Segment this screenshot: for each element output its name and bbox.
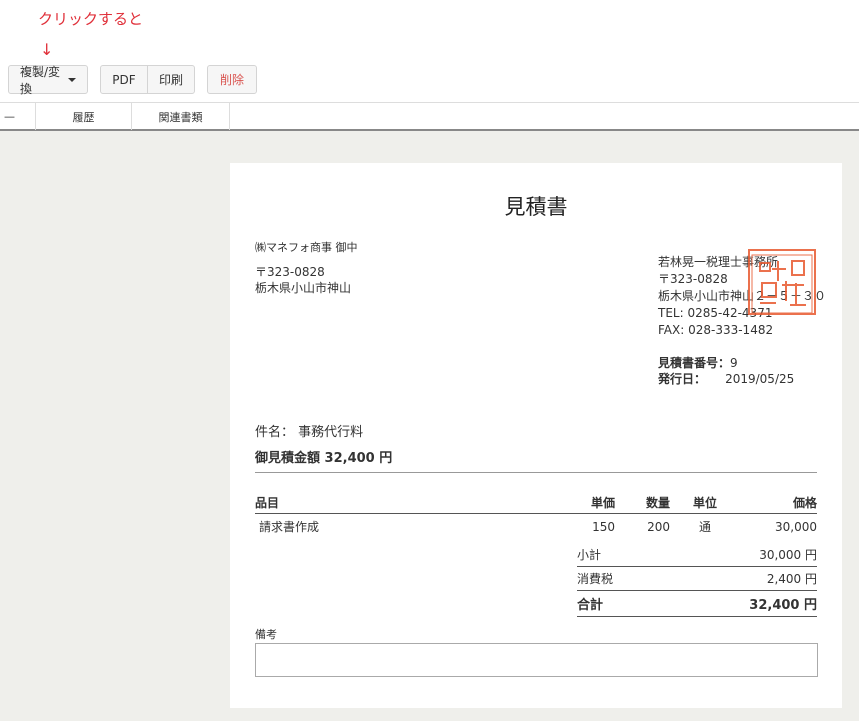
row-unit: 通: [698, 520, 711, 534]
issuer-fax: FAX: 028-333-1482: [658, 323, 774, 337]
issue-date-label: 発行日：: [658, 372, 707, 386]
items-header-row: 品目 単価 数量 単位 価格: [255, 492, 817, 514]
grand-total-row: 合計 32,400 円: [577, 591, 817, 617]
grand-total-label: 合計: [577, 598, 604, 613]
remarks-label: 備考: [255, 628, 277, 641]
tab-bar: — 履歴 関連書類: [0, 102, 859, 131]
tab-history[interactable]: 履歴: [36, 103, 132, 130]
total-value: 32,400 円: [324, 451, 393, 466]
subtotal-label: 小計: [577, 548, 602, 562]
duplicate-convert-button[interactable]: 複製/変換: [8, 64, 88, 96]
row-unit-price: 150: [592, 519, 615, 534]
col-item: 品目: [255, 492, 545, 514]
row-price: 30,000: [775, 519, 817, 534]
grand-total-value: 32,400 円: [749, 598, 817, 613]
annotation-text: クリックすると: [38, 10, 144, 28]
tab-related-documents[interactable]: 関連書類: [132, 103, 230, 130]
tax-label: 消費税: [577, 572, 614, 586]
delete-button[interactable]: 削除: [207, 65, 257, 94]
annotation-arrow: ↓: [40, 40, 54, 59]
col-price: 価格: [740, 492, 817, 514]
company-seal-stamp: [748, 249, 816, 315]
quote-document: 見積書 ㈱マネフォ商事 御中 〒323-0828 栃木県小山市神山 若林晃一税理…: [230, 163, 842, 708]
total-label: 御見積金額: [255, 451, 321, 466]
client-name: ㈱マネフォ商事 御中: [255, 241, 358, 254]
tab-main[interactable]: —: [0, 103, 36, 130]
subject-value: 事務代行料: [298, 425, 364, 440]
pdf-button[interactable]: PDF: [100, 65, 148, 94]
quote-number-label: 見積書番号：: [658, 356, 731, 370]
tax-row: 消費税 2,400 円: [577, 567, 817, 591]
print-button[interactable]: 印刷: [147, 65, 195, 94]
quote-meta: 見積書番号：9 発行日： 2019/05/25: [658, 355, 794, 387]
subtotal-row: 小計 30,000 円: [577, 543, 817, 567]
row-item: 請求書作成: [259, 520, 320, 534]
issue-date: 2019/05/25: [725, 372, 795, 386]
quote-number: 9: [730, 356, 738, 370]
summary-block: 小計 30,000 円 消費税 2,400 円 合計 32,400 円: [577, 543, 817, 617]
items-table: 品目 単価 数量 単位 価格 請求書作成 150 200 通 30,000: [255, 492, 817, 539]
duplicate-convert-label: 複製/変換: [20, 64, 61, 96]
seal-icon: [751, 254, 813, 314]
client-address: 栃木県小山市神山: [255, 281, 352, 295]
tax-value: 2,400 円: [766, 572, 817, 586]
row-qty: 200: [647, 519, 670, 534]
subtotal-value: 30,000 円: [759, 548, 817, 562]
client-zip: 〒323-0828: [255, 265, 325, 279]
quote-total: 御見積金額 32,400 円: [255, 447, 817, 473]
document-title: 見積書: [504, 195, 568, 219]
remarks-box: [255, 643, 818, 677]
toolbar: 複製/変換 PDF 印刷 削除: [8, 64, 257, 96]
subject-line: 件名： 事務代行料: [255, 421, 363, 440]
col-qty: 数量: [615, 492, 670, 514]
col-unit: 単位: [670, 492, 740, 514]
subject-label: 件名：: [255, 425, 295, 440]
col-unit-price: 単価: [545, 492, 615, 514]
table-row: 請求書作成 150 200 通 30,000: [255, 514, 817, 540]
caret-down-icon: [68, 77, 76, 82]
